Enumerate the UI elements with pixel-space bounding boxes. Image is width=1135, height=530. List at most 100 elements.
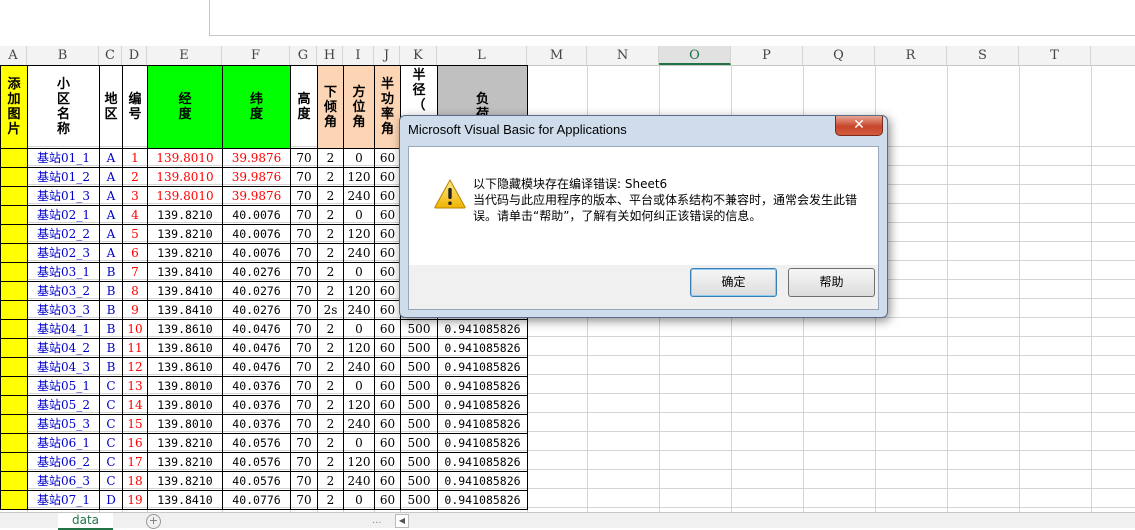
cell-no[interactable]: 17 <box>122 452 148 472</box>
cell-load[interactable]: 0.941085826 <box>437 471 528 491</box>
cell-tilt[interactable]: 2 <box>317 433 344 453</box>
header-longitude[interactable]: 经度 <box>147 65 223 149</box>
cell-area[interactable]: B <box>99 319 123 339</box>
cell-load[interactable]: 0.941085826 <box>437 452 528 472</box>
cell-lat[interactable]: 39.9876 <box>222 167 291 187</box>
cell-az[interactable]: 120 <box>343 395 375 415</box>
cell-lon[interactable]: 139.8210 <box>147 471 223 491</box>
cell-no[interactable]: 12 <box>122 357 148 377</box>
cell-tilt[interactable]: 2 <box>317 262 344 282</box>
cell-lon[interactable]: 139.8010 <box>147 167 223 187</box>
cell-bw[interactable]: 60 <box>374 490 401 510</box>
cell-az[interactable]: 0 <box>343 319 375 339</box>
cell-tilt[interactable]: 2 <box>317 281 344 301</box>
cell-lon[interactable]: 139.8610 <box>147 319 223 339</box>
cell-tilt[interactable]: 2 <box>317 471 344 491</box>
cell-area[interactable]: B <box>99 357 123 377</box>
cell-area[interactable]: C <box>99 433 123 453</box>
cell-lat[interactable]: 40.0076 <box>222 224 291 244</box>
cell-r[interactable]: 500 <box>400 490 438 510</box>
cell-tilt[interactable]: 2 <box>317 452 344 472</box>
cell-load[interactable]: 0.941085826 <box>437 433 528 453</box>
cell-az[interactable]: 0 <box>343 205 375 225</box>
column-header-o[interactable]: O <box>659 46 731 65</box>
column-header-h[interactable]: H <box>317 46 343 65</box>
cell-load[interactable]: 0.941085826 <box>437 319 528 339</box>
cell-h[interactable]: 70 <box>290 376 318 396</box>
add-image-cell[interactable] <box>0 281 28 301</box>
cell-bw[interactable]: 60 <box>374 167 401 187</box>
cell-name[interactable]: 基站04_2 <box>27 338 100 358</box>
cell-tilt[interactable]: 2 <box>317 338 344 358</box>
cell-name[interactable]: 基站06_1 <box>27 433 100 453</box>
cell-no[interactable]: 7 <box>122 262 148 282</box>
cell-no[interactable]: 9 <box>122 300 148 320</box>
column-header-a[interactable]: A <box>0 46 27 65</box>
cell-load[interactable]: 0.941085826 <box>437 376 528 396</box>
cell-area[interactable]: A <box>99 186 123 206</box>
cell-tilt[interactable]: 2 <box>317 167 344 187</box>
cell-lon[interactable]: 139.8610 <box>147 357 223 377</box>
cell-tilt[interactable]: 2 <box>317 319 344 339</box>
cell-r[interactable]: 500 <box>400 395 438 415</box>
column-header-n[interactable]: N <box>587 46 659 65</box>
cell-bw[interactable]: 60 <box>374 376 401 396</box>
cell-h[interactable]: 70 <box>290 395 318 415</box>
sheet-tab-data[interactable]: data <box>58 513 113 530</box>
cell-bw[interactable]: 60 <box>374 433 401 453</box>
cell-bw[interactable]: 60 <box>374 338 401 358</box>
column-header-e[interactable]: E <box>147 46 222 65</box>
header-latitude[interactable]: 纬度 <box>222 65 291 149</box>
cell-h[interactable]: 70 <box>290 471 318 491</box>
cell-h[interactable]: 70 <box>290 414 318 434</box>
header-add-image[interactable]: 添加图片 <box>0 65 28 149</box>
cell-az[interactable]: 120 <box>343 452 375 472</box>
column-header-f[interactable]: F <box>222 46 290 65</box>
cell-lon[interactable]: 139.8010 <box>147 148 223 168</box>
cell-h[interactable]: 70 <box>290 490 318 510</box>
cell-load[interactable]: 0.941085826 <box>437 414 528 434</box>
cell-az[interactable]: 240 <box>343 186 375 206</box>
cell-lat[interactable]: 40.0276 <box>222 281 291 301</box>
cell-lat[interactable]: 40.0476 <box>222 319 291 339</box>
cell-r[interactable]: 500 <box>400 452 438 472</box>
cell-az[interactable]: 120 <box>343 281 375 301</box>
cell-name[interactable]: 基站02_3 <box>27 243 100 263</box>
header-area[interactable]: 地区 <box>99 65 123 149</box>
cell-lon[interactable]: 139.8410 <box>147 262 223 282</box>
cell-h[interactable]: 70 <box>290 338 318 358</box>
cell-load[interactable]: 0.941085826 <box>437 490 528 510</box>
cell-az[interactable]: 120 <box>343 338 375 358</box>
cell-h[interactable]: 70 <box>290 433 318 453</box>
column-header-b[interactable]: B <box>27 46 99 65</box>
ok-button[interactable]: 确定 <box>690 268 777 297</box>
cell-area[interactable]: D <box>99 490 123 510</box>
cell-bw[interactable]: 60 <box>374 471 401 491</box>
help-button[interactable]: 帮助 <box>788 268 875 297</box>
cell-r[interactable]: 500 <box>400 357 438 377</box>
cell-tilt[interactable]: 2 <box>317 414 344 434</box>
formula-input[interactable] <box>209 0 1135 36</box>
cell-no[interactable]: 11 <box>122 338 148 358</box>
cell-no[interactable]: 2 <box>122 167 148 187</box>
cell-az[interactable]: 0 <box>343 490 375 510</box>
cell-az[interactable]: 240 <box>343 357 375 377</box>
cell-bw[interactable]: 60 <box>374 281 401 301</box>
add-image-cell[interactable] <box>0 338 28 358</box>
cell-bw[interactable]: 60 <box>374 262 401 282</box>
column-header-q[interactable]: Q <box>803 46 875 65</box>
cell-name[interactable]: 基站03_2 <box>27 281 100 301</box>
cell-no[interactable]: 1 <box>122 148 148 168</box>
cell-name[interactable]: 基站02_1 <box>27 205 100 225</box>
cell-r[interactable]: 500 <box>400 319 438 339</box>
cell-lon[interactable]: 139.8210 <box>147 243 223 263</box>
cell-az[interactable]: 120 <box>343 167 375 187</box>
add-image-cell[interactable] <box>0 395 28 415</box>
cell-h[interactable]: 70 <box>290 148 318 168</box>
cell-az[interactable]: 0 <box>343 376 375 396</box>
header-height[interactable]: 高度 <box>290 65 318 149</box>
header-beamwidth[interactable]: 半功率角 <box>374 65 401 149</box>
cell-lat[interactable]: 40.0376 <box>222 414 291 434</box>
cell-bw[interactable]: 60 <box>374 243 401 263</box>
cell-no[interactable]: 5 <box>122 224 148 244</box>
